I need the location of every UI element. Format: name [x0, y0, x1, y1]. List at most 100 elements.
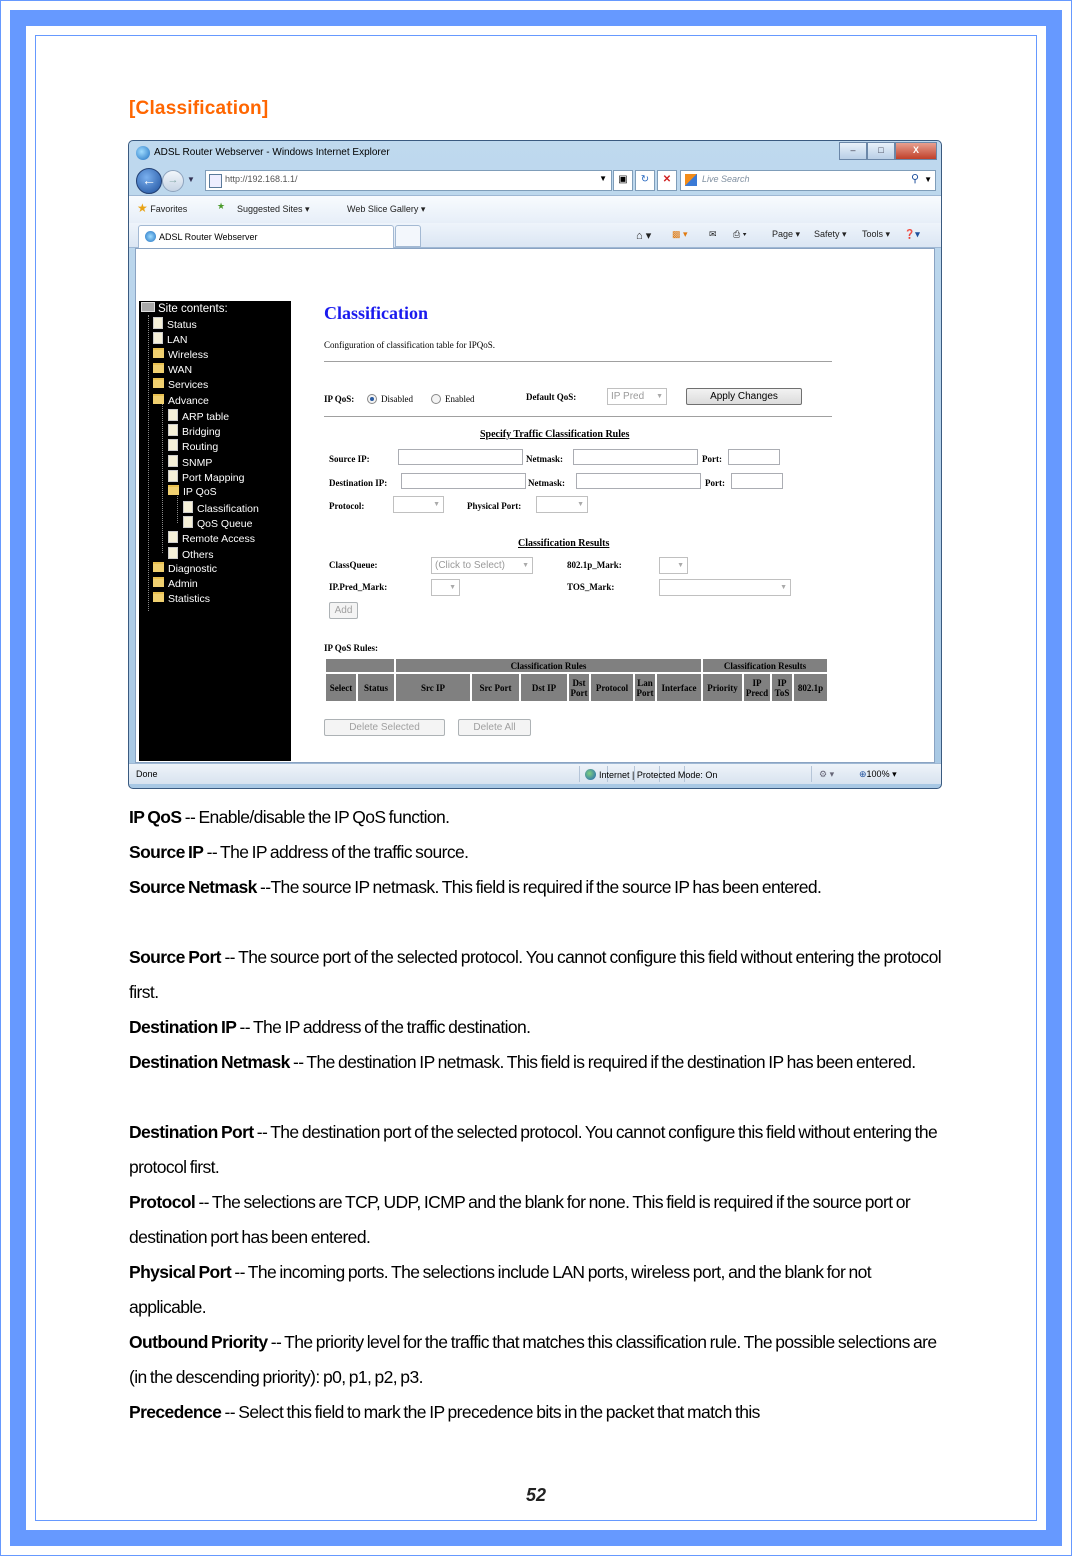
ipqos-disabled-radio[interactable] — [367, 394, 377, 404]
source-port-input[interactable] — [728, 449, 780, 465]
table-group-blank — [326, 659, 394, 672]
sidebar-item-arp-table[interactable]: ARP table — [168, 408, 229, 423]
sidebar-item-wan[interactable]: WAN — [153, 362, 192, 377]
sidebar-item-diagnostic[interactable]: Diagnostic — [153, 561, 217, 576]
compatibility-view-icon[interactable]: ▣ — [613, 170, 633, 191]
apply-changes-button[interactable]: Apply Changes — [686, 388, 802, 405]
sidebar-item-remote-access[interactable]: Remote Access — [168, 531, 255, 545]
sidebar-item-port-mapping[interactable]: Port Mapping — [168, 470, 244, 484]
column-header-dst-port: Dst Port — [569, 674, 589, 701]
protocol-select[interactable]: ▼ — [393, 496, 444, 513]
back-button[interactable]: ← — [136, 168, 162, 194]
new-tab-button[interactable] — [395, 225, 421, 247]
default-qos-select[interactable]: IP Pred ▼ — [607, 388, 667, 405]
maximize-button[interactable]: □ — [867, 142, 895, 160]
minimize-button[interactable]: – — [839, 142, 867, 160]
address-url[interactable]: http://192.168.1.1/ — [225, 174, 298, 184]
sidebar-item-wireless[interactable]: Wireless — [153, 347, 208, 362]
sidebar-item-services[interactable]: Services — [153, 378, 208, 392]
rules-heading: Specify Traffic Classification Rules — [480, 429, 630, 440]
sidebar-item-statistics[interactable]: Statistics — [153, 592, 210, 606]
sidebar-item-label: Remote Access — [182, 533, 255, 546]
sidebar-item-snmp[interactable]: SNMP — [168, 454, 212, 469]
page-icon — [168, 439, 178, 452]
status-bar: Done Internet | Protected Mode: On ⚙ ▾ ⊕… — [129, 763, 941, 784]
sidebar-item-advance[interactable]: Advance — [153, 393, 209, 408]
feeds-icon[interactable]: ▩ ▾ — [672, 229, 688, 240]
tools-menu[interactable]: Tools ▾ — [862, 229, 890, 240]
search-box[interactable]: Live Search ⚲ ▼ — [680, 170, 936, 191]
close-button[interactable]: X — [895, 142, 937, 160]
ie-tab-icon — [145, 231, 156, 242]
home-icon[interactable]: ⌂ ▾ — [636, 229, 651, 242]
dest-netmask-input[interactable] — [576, 473, 701, 489]
search-placeholder[interactable]: Live Search — [702, 174, 750, 184]
tab-bar: ADSL Router Webserver ⌂ ▾ ▩ ▾ ✉ ⎙ ▾ Page… — [129, 223, 941, 248]
sidebar-item-lan[interactable]: LAN — [153, 332, 187, 346]
status-separator — [811, 766, 812, 782]
folder-icon — [153, 561, 164, 572]
suggested-sites-link[interactable]: Suggested Sites ▾ — [237, 204, 310, 215]
description-outbound-priority: Outbound Priority -- The priority level … — [129, 1325, 941, 1395]
search-icon[interactable]: ⚲ — [911, 172, 919, 185]
search-dropdown-icon[interactable]: ▼ — [924, 175, 932, 184]
popup-blocker-icon[interactable]: ⚙ ▾ — [819, 769, 834, 780]
refresh-icon[interactable]: ↻ — [635, 170, 655, 191]
help-icon[interactable]: ❓▾ — [904, 229, 920, 240]
page-icon — [153, 317, 163, 329]
dest-port-label: Port: — [705, 478, 725, 488]
sidebar-item-routing[interactable]: Routing — [168, 439, 218, 453]
description-protocol: Protocol -- The selections are TCP, UDP,… — [129, 1185, 941, 1255]
ipqos-label: IP QoS: — [324, 394, 355, 404]
mark-8021p-select[interactable]: ▼ — [659, 557, 688, 574]
sidebar-item-qos-queue[interactable]: QoS Queue — [183, 515, 253, 530]
description-precedence: Precedence -- Select this field to mark … — [129, 1395, 941, 1430]
physical-port-select[interactable]: ▼ — [536, 496, 588, 513]
favorites-button[interactable]: ★ Favorites — [137, 201, 187, 215]
ipqos-enabled-label: Enabled — [445, 394, 475, 404]
description-term: Source IP — [129, 842, 204, 862]
sidebar-item-others[interactable]: Others — [168, 546, 214, 561]
print-icon[interactable]: ⎙ ▾ — [733, 229, 746, 240]
ipqos-enabled-radio[interactable] — [431, 394, 441, 404]
web-slice-gallery-link[interactable]: Web Slice Gallery ▾ — [347, 204, 425, 215]
sidebar-item-admin[interactable]: Admin — [153, 577, 198, 591]
tos-mark-select[interactable]: ▼ — [659, 579, 791, 596]
source-ip-input[interactable] — [398, 449, 523, 465]
description-text: -- The IP address of the traffic source. — [203, 842, 469, 862]
chevron-down-icon: ▼ — [449, 584, 456, 591]
safety-menu[interactable]: Safety ▾ — [814, 229, 847, 240]
chevron-down-icon: ▼ — [577, 501, 584, 508]
history-dropdown-icon[interactable]: ▼ — [187, 175, 195, 184]
delete-all-button[interactable]: Delete All — [458, 719, 531, 736]
page-heading: Classification — [324, 303, 429, 323]
ippred-mark-select[interactable]: ▼ — [431, 579, 460, 596]
column-header-interface: Interface — [657, 674, 701, 701]
page-icon — [168, 408, 178, 421]
sidebar-item-label: Status — [167, 319, 197, 331]
sidebar-item-label: QoS Queue — [197, 517, 253, 530]
table-column-header-row: Select Status Src IP Src Port Dst IP Dst Port… — [326, 674, 827, 701]
status-text: Done — [136, 769, 158, 779]
add-button[interactable]: Add — [329, 602, 358, 619]
delete-selected-button[interactable]: Delete Selected — [324, 719, 445, 736]
zoom-control[interactable]: ⊕100% ▾ — [859, 769, 897, 780]
tab-adsl-router[interactable]: ADSL Router Webserver — [138, 225, 394, 248]
classqueue-select[interactable]: (Click to Select) ▼ — [431, 557, 533, 574]
address-bar[interactable]: http://192.168.1.1/ ▼ — [205, 170, 612, 191]
sidebar-item-status[interactable]: Status — [153, 317, 197, 331]
favorites-bar: ★ Favorites ★ Suggested Sites ▾ Web Slic… — [129, 195, 941, 224]
address-dropdown-icon[interactable]: ▼ — [599, 174, 607, 183]
add-favorites-icon[interactable]: ★ — [217, 201, 225, 212]
sidebar-item-bridging[interactable]: Bridging — [168, 424, 221, 438]
dest-ip-input[interactable] — [401, 473, 526, 489]
sidebar-item-ip-qos[interactable]: IP QoS — [168, 485, 217, 499]
forward-button[interactable]: → — [162, 170, 184, 192]
sidebar-item-classification[interactable]: Classification — [183, 500, 259, 515]
page-menu[interactable]: Page ▾ — [772, 229, 800, 240]
source-netmask-input[interactable] — [573, 449, 698, 465]
stop-icon[interactable]: ✕ — [657, 170, 677, 191]
security-zone[interactable]: Internet | Protected Mode: On — [585, 769, 717, 780]
dest-port-input[interactable] — [731, 473, 783, 489]
mail-icon[interactable]: ✉ — [709, 229, 717, 240]
